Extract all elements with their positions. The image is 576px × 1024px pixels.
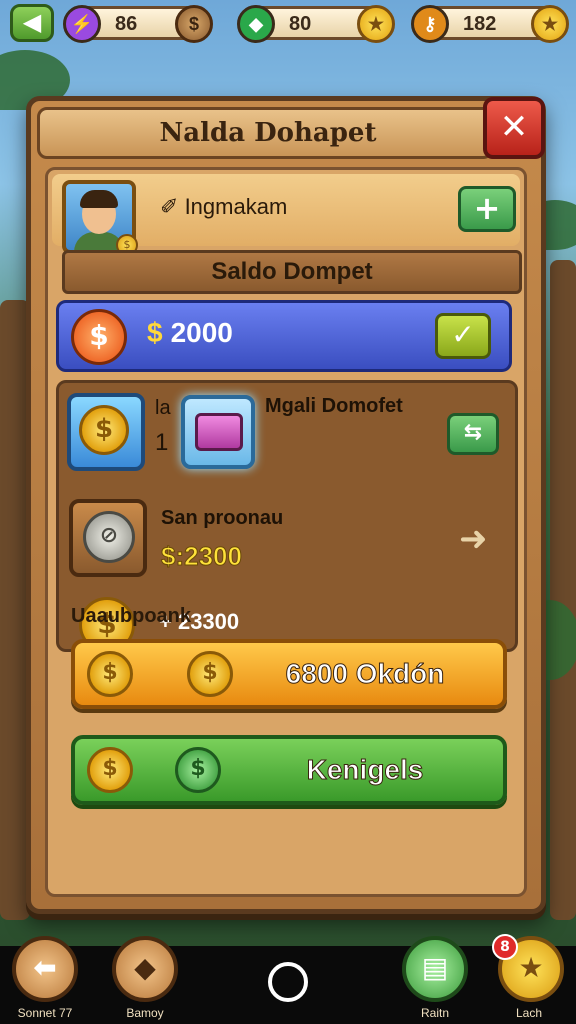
avatar-hair	[80, 190, 118, 208]
pencil-icon: ✐	[160, 194, 179, 219]
cards-icon: ▤	[421, 951, 449, 984]
plus-icon: +	[473, 189, 501, 227]
exchange-button-label: Kenigels	[306, 754, 424, 786]
add-button[interactable]: +	[458, 186, 516, 232]
coin-icon: $	[175, 747, 221, 793]
item-value: $:2300	[161, 541, 243, 572]
balance-value: 2000	[170, 317, 233, 348]
nav-label-back: Sonnet 77	[17, 1006, 73, 1020]
home-icon[interactable]	[268, 962, 308, 1002]
arrow-left-icon: ◀	[22, 8, 42, 36]
section-header: Saldo Dompet	[62, 250, 522, 294]
key-count: 182	[463, 13, 497, 35]
treasure-chest-icon[interactable]	[181, 395, 255, 469]
profile-name: ✐ Ingmakam	[160, 194, 287, 220]
top-hud: ◀ ⚡ 86 $ ◆ 80 ★ ⚷ 182 ★	[0, 0, 576, 48]
wallet-dialog: Nalda Dohapet ✕ $ ✐ Ingmakam + Saldo Dom…	[26, 96, 546, 914]
close-icon: ✕	[499, 107, 529, 147]
emerald-add-button[interactable]: ★	[357, 5, 395, 43]
key-icon: ⚷	[411, 5, 449, 43]
coin-icon: $	[87, 747, 133, 793]
gem-count: 86	[115, 13, 138, 35]
close-button[interactable]: ✕	[483, 97, 545, 159]
gold-coins-icon: $	[67, 393, 145, 471]
coin-icon: $	[87, 651, 133, 697]
item-prefix-b: 1	[155, 429, 169, 456]
currency-symbol: $	[147, 317, 163, 348]
coin-icon: ⊘	[83, 511, 135, 563]
nav-diamond-button[interactable]: ◆	[112, 936, 178, 1002]
item-title: Mgali Domofet	[265, 395, 403, 417]
buy-button-label: 6800 Okdón	[285, 658, 445, 690]
avatar[interactable]: $	[62, 180, 138, 256]
nav-label-star: Lach	[515, 1006, 543, 1020]
coin-icon: $	[79, 405, 129, 455]
item-title: San proonau	[161, 507, 284, 529]
silver-coins-icon: ⊘	[69, 499, 147, 577]
profile-name-text: Ingmakam	[184, 194, 288, 219]
dialog-title: Nalda Dohapet	[159, 118, 377, 148]
back-button[interactable]: ◀	[10, 4, 54, 42]
section-title: Saldo Dompet	[211, 258, 373, 285]
exchange-button[interactable]: $ $ Kenigels	[71, 735, 507, 805]
nav-cards-button[interactable]: ▤	[402, 936, 468, 1002]
gem-icon: ⚡	[63, 5, 101, 43]
emerald-count: 80	[289, 13, 312, 35]
item-prefix-a: la	[155, 397, 171, 419]
currency-gems: ⚡ 86 $	[63, 5, 213, 43]
dialog-header: Nalda Dohapet	[37, 107, 493, 159]
star-icon: ★	[518, 951, 544, 984]
currency-keys: ⚷ 182 ★	[411, 5, 569, 43]
arrow-right-icon[interactable]: ➜	[459, 519, 488, 559]
currency-emeralds: ◆ 80 ★	[237, 5, 395, 43]
balance-row: $ $2000 ✓	[56, 300, 512, 372]
emerald-icon: ◆	[237, 5, 275, 43]
diamond-icon: ◆	[134, 951, 156, 984]
gem-add-button[interactable]: $	[175, 5, 213, 43]
balance-amount: $2000	[147, 317, 233, 349]
profile-row: $ ✐ Ingmakam +	[52, 174, 520, 256]
nav-label-diamond: Bamoy	[126, 1006, 164, 1020]
notification-badge: 8	[492, 934, 518, 960]
subheader: Uaaubpoank	[71, 605, 192, 627]
tree-trunk-right	[550, 260, 576, 920]
confirm-button[interactable]: ✓	[435, 313, 491, 359]
check-icon: ✓	[451, 318, 475, 351]
chest-box	[195, 413, 243, 451]
nav-back-button[interactable]: ⬅	[12, 936, 78, 1002]
swap-button[interactable]: ⇆	[447, 413, 499, 455]
nav-label-cards: Raitn	[420, 1006, 449, 1020]
key-add-button[interactable]: ★	[531, 5, 569, 43]
coin-icon: $	[71, 309, 127, 365]
buy-button[interactable]: $ $ 6800 Okdón	[71, 639, 507, 709]
back-arrow-icon: ⬅	[33, 951, 57, 984]
swap-icon: ⇆	[463, 420, 483, 445]
